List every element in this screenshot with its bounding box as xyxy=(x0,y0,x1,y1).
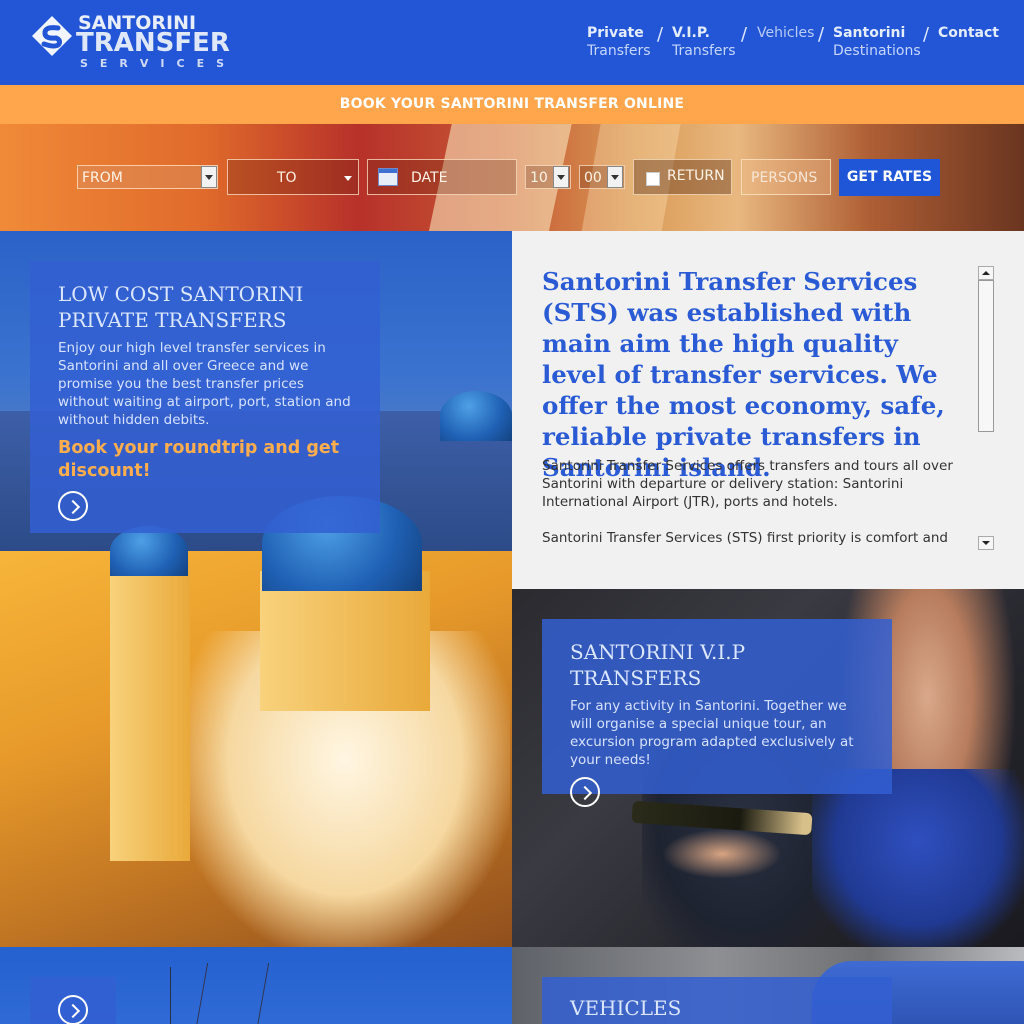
from-select[interactable]: FROM xyxy=(77,165,218,189)
scrollbar-thumb[interactable] xyxy=(978,280,994,432)
nav-contact[interactable]: Contact xyxy=(938,24,999,42)
vip-title: SANTORINI V.I.P TRANSFERS xyxy=(570,640,746,690)
photo-hands xyxy=(662,829,782,879)
windmill-image xyxy=(170,967,280,1024)
site-header: SANTORINI TRANSFER SERVICES Private Tran… xyxy=(0,0,1024,85)
scroll-down-arrow-icon[interactable] xyxy=(978,536,994,550)
nav-label-line2: Transfers xyxy=(672,43,736,59)
vip-info-box: SANTORINI V.I.P TRANSFERS For any activi… xyxy=(542,619,892,807)
photo-blue-dress xyxy=(812,769,1024,947)
hour-select-value: 10 xyxy=(530,170,548,186)
destinations-info-box xyxy=(30,977,116,1024)
vehicles-panel: VEHICLES xyxy=(512,947,1024,1024)
vehicles-info-box: VEHICLES xyxy=(542,977,892,1024)
return-option[interactable]: RETURN xyxy=(633,159,732,195)
low-cost-info-box: LOW COST SANTORINI PRIVATE TRANSFERS Enj… xyxy=(30,261,380,533)
intro-paragraph: Santorini Transfer Services offers trans… xyxy=(542,458,953,510)
to-select[interactable]: TO xyxy=(227,159,359,195)
chevron-down-icon[interactable] xyxy=(201,166,217,188)
date-field[interactable]: DATE xyxy=(367,159,517,195)
low-cost-text: Enjoy our high level transfer services i… xyxy=(58,340,351,428)
vip-transfers-panel: SANTORINI V.I.P TRANSFERS For any activi… xyxy=(512,589,1024,947)
nav-santorini-destinations[interactable]: Santorini Destinations xyxy=(833,24,921,60)
church-image xyxy=(260,571,430,711)
arrow-right-icon[interactable] xyxy=(58,995,88,1024)
vip-text: For any activity in Santorini. Together … xyxy=(570,698,854,768)
bell-tower-image xyxy=(110,561,190,861)
book-online-text: BOOK YOUR SANTORINI TRANSFER ONLINE xyxy=(339,96,685,112)
vehicles-title: VEHICLES xyxy=(570,996,682,1020)
hour-select[interactable]: 10 xyxy=(525,165,571,189)
blue-dome-image xyxy=(110,526,188,576)
nav-separator: / xyxy=(818,24,825,45)
blue-dome-image xyxy=(440,391,512,441)
low-cost-transfers-panel: LOW COST SANTORINI PRIVATE TRANSFERS Enj… xyxy=(0,231,512,947)
low-cost-title: LOW COST SANTORINI PRIVATE TRANSFERS xyxy=(58,282,304,332)
return-checkbox[interactable] xyxy=(646,172,660,186)
to-select-value: TO xyxy=(277,170,297,186)
scroll-up-arrow-icon[interactable] xyxy=(978,266,994,280)
date-field-value: DATE xyxy=(411,170,448,186)
nav-label-line2: Transfers xyxy=(587,43,651,59)
return-label: RETURN xyxy=(667,168,725,184)
nav-separator: / xyxy=(741,24,748,45)
chevron-down-icon[interactable] xyxy=(553,166,569,188)
get-rates-button[interactable]: GET RATES xyxy=(839,159,940,196)
calendar-icon[interactable] xyxy=(378,168,398,186)
nav-label-line2: Destinations xyxy=(833,43,921,59)
nav-label-line1: V.I.P. xyxy=(672,25,710,41)
from-select-value: FROM xyxy=(82,170,123,186)
main-nav: Private Transfers / V.I.P. Transfers / V… xyxy=(0,24,1024,64)
nav-label-line1: Private xyxy=(587,25,644,41)
minute-select[interactable]: 00 xyxy=(579,165,625,189)
nav-label-line1: Contact xyxy=(938,25,999,41)
persons-input[interactable]: PERSONS xyxy=(741,159,831,195)
nav-vip-transfers[interactable]: V.I.P. Transfers xyxy=(672,24,736,60)
nav-label-line1: Vehicles xyxy=(757,25,815,41)
intro-heading: Santorini Transfer Services (STS) was es… xyxy=(542,267,945,482)
chevron-down-icon[interactable] xyxy=(607,166,623,188)
nav-vehicles[interactable]: Vehicles xyxy=(757,24,814,42)
intro-scrollbar[interactable] xyxy=(978,266,994,553)
booking-form: FROM TO DATE 10 00 RETURN PERSONS GET RA… xyxy=(0,124,1024,231)
destinations-panel xyxy=(0,947,512,1024)
nav-private-transfers[interactable]: Private Transfers xyxy=(587,24,651,60)
arrow-right-icon[interactable] xyxy=(58,491,88,521)
persons-placeholder: PERSONS xyxy=(751,170,818,186)
arrow-right-icon[interactable] xyxy=(570,777,600,807)
roundtrip-discount-link[interactable]: Book your roundtrip and get discount! xyxy=(58,437,352,483)
nav-separator: / xyxy=(923,24,930,45)
nav-separator: / xyxy=(657,24,664,45)
intro-panel: Santorini Transfer Services (STS) was es… xyxy=(512,231,1024,589)
intro-paragraph: Santorini Transfer Services (STS) first … xyxy=(542,530,948,549)
nav-label-line1: Santorini xyxy=(833,25,906,41)
book-online-banner: BOOK YOUR SANTORINI TRANSFER ONLINE xyxy=(0,85,1024,124)
minute-select-value: 00 xyxy=(584,170,602,186)
